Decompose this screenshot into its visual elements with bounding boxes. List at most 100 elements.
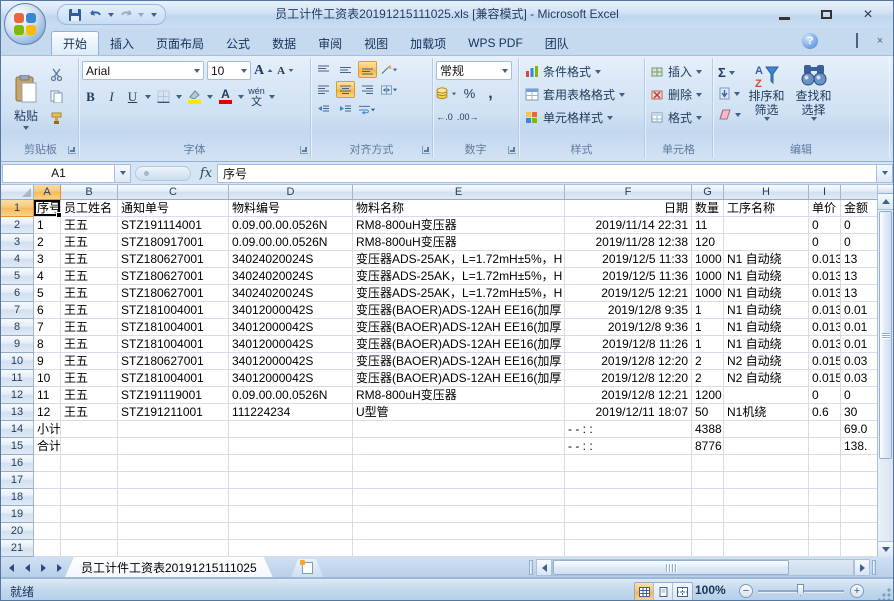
cell-D9[interactable]: 34012000042S xyxy=(229,336,353,353)
cell-E11[interactable]: 变压器(BAOER)ADS-12AH EE16(加厚 xyxy=(353,370,565,387)
cell-G9[interactable]: 1 xyxy=(692,336,724,353)
row-header-6[interactable]: 6 xyxy=(1,285,34,302)
cell-G5[interactable]: 1000 xyxy=(692,268,724,285)
cell-H10[interactable]: N2 自动绕 xyxy=(724,353,809,370)
cell-G6[interactable]: 1000 xyxy=(692,285,724,302)
cell-G19[interactable] xyxy=(692,506,724,523)
cell-E17[interactable] xyxy=(353,472,565,489)
cell-D16[interactable] xyxy=(229,455,353,472)
row-header-14[interactable]: 14 xyxy=(1,421,34,438)
cell-B11[interactable]: 王五 xyxy=(61,370,118,387)
cell-I17[interactable] xyxy=(809,472,841,489)
cell-A1[interactable]: 序号 xyxy=(34,200,61,217)
cell-H21[interactable] xyxy=(724,540,809,557)
find-select-button[interactable]: 查找和选择 xyxy=(790,61,837,143)
resize-grip[interactable] xyxy=(878,587,891,600)
cell-A19[interactable] xyxy=(34,506,61,523)
cell-B9[interactable]: 王五 xyxy=(61,336,118,353)
column-header-E[interactable]: E xyxy=(353,185,565,200)
cell-D3[interactable]: 0.09.00.00.0526N xyxy=(229,234,353,251)
cell-C2[interactable]: STZ191114001 xyxy=(118,217,229,234)
column-header-G[interactable]: G xyxy=(692,185,724,200)
row-header-9[interactable]: 9 xyxy=(1,336,34,353)
cell-G17[interactable] xyxy=(692,472,724,489)
zoom-level[interactable]: 100% xyxy=(695,583,726,597)
cell-B18[interactable] xyxy=(61,489,118,506)
cell-C3[interactable]: STZ180917001 xyxy=(118,234,229,251)
percent-style-button[interactable]: % xyxy=(461,84,478,103)
cell-B15[interactable] xyxy=(61,438,118,455)
decrease-indent-button[interactable] xyxy=(314,101,333,118)
cell-H13[interactable]: N1机绕 xyxy=(724,404,809,421)
copy-button[interactable] xyxy=(46,87,66,106)
cell-D1[interactable]: 物料编号 xyxy=(229,200,353,217)
cell-I9[interactable]: 0.013 xyxy=(809,336,841,353)
cell-E20[interactable] xyxy=(353,523,565,540)
cell-D12[interactable]: 0.09.00.00.0526N xyxy=(229,387,353,404)
cell-E15[interactable] xyxy=(353,438,565,455)
row-header-10[interactable]: 10 xyxy=(1,353,34,370)
cell-D19[interactable] xyxy=(229,506,353,523)
cell-I21[interactable] xyxy=(809,540,841,557)
insert-worksheet-button[interactable] xyxy=(291,559,323,577)
cell-G20[interactable] xyxy=(692,523,724,540)
tab-addins[interactable]: 加载项 xyxy=(399,31,457,55)
tab-insert[interactable]: 插入 xyxy=(99,31,145,55)
borders-dropdown-icon[interactable] xyxy=(176,95,182,99)
cell-I4[interactable]: 0.013 xyxy=(809,251,841,268)
cell-H19[interactable] xyxy=(724,506,809,523)
column-header-D[interactable]: D xyxy=(229,185,353,200)
help-icon[interactable]: ? xyxy=(802,33,818,49)
cell-B3[interactable]: 王五 xyxy=(61,234,118,251)
alignment-dialog-launcher-icon[interactable] xyxy=(422,146,430,154)
name-box-dropdown[interactable] xyxy=(115,164,131,183)
row-header-5[interactable]: 5 xyxy=(1,268,34,285)
cell-A6[interactable]: 5 xyxy=(34,285,61,302)
cell-B8[interactable]: 王五 xyxy=(61,319,118,336)
cell-F2[interactable]: 2019/11/14 22:31 xyxy=(565,217,692,234)
borders-button[interactable] xyxy=(155,87,172,106)
column-header-H[interactable]: H xyxy=(724,185,809,200)
cell-G10[interactable]: 2 xyxy=(692,353,724,370)
cell-H16[interactable] xyxy=(724,455,809,472)
cell-A10[interactable]: 9 xyxy=(34,353,61,370)
cell-C20[interactable] xyxy=(118,523,229,540)
cell-G8[interactable]: 1 xyxy=(692,319,724,336)
last-sheet-button[interactable] xyxy=(52,560,66,575)
formula-bar-splitter[interactable] xyxy=(135,166,191,181)
cell-E7[interactable]: 变压器(BAOER)ADS-12AH EE16(加厚 xyxy=(353,302,565,319)
format-as-table-button[interactable]: 套用表格格式 xyxy=(522,84,628,105)
clipboard-dialog-launcher-icon[interactable] xyxy=(68,146,76,154)
row-header-16[interactable]: 16 xyxy=(1,455,34,472)
row-header-11[interactable]: 11 xyxy=(1,370,34,387)
tab-formulas[interactable]: 公式 xyxy=(215,31,261,55)
cell-I19[interactable] xyxy=(809,506,841,523)
row-header-12[interactable]: 12 xyxy=(1,387,34,404)
cell-G1[interactable]: 数量 xyxy=(692,200,724,217)
cell-G15[interactable]: 8776 xyxy=(692,438,724,455)
cell-F6[interactable]: 2019/12/5 12:21 xyxy=(565,285,692,302)
cell-B6[interactable]: 王五 xyxy=(61,285,118,302)
cell-H6[interactable]: N1 自动绕 xyxy=(724,285,809,302)
cell-C19[interactable] xyxy=(118,506,229,523)
cell-C17[interactable] xyxy=(118,472,229,489)
cell-E2[interactable]: RM8-800uH变压器 xyxy=(353,217,565,234)
cell-B2[interactable]: 王五 xyxy=(61,217,118,234)
cell-I20[interactable] xyxy=(809,523,841,540)
insert-cells-button[interactable]: 插入 xyxy=(648,61,705,82)
font-dialog-launcher-icon[interactable] xyxy=(300,146,308,154)
cell-B13[interactable]: 王五 xyxy=(61,404,118,421)
cell-I8[interactable]: 0.013 xyxy=(809,319,841,336)
expand-formula-bar-button[interactable] xyxy=(876,164,893,183)
cell-G3[interactable]: 120 xyxy=(692,234,724,251)
cell-G13[interactable]: 50 xyxy=(692,404,724,421)
cell-B1[interactable]: 员工姓名 xyxy=(61,200,118,217)
cell-B19[interactable] xyxy=(61,506,118,523)
cell-A5[interactable]: 4 xyxy=(34,268,61,285)
wrap-text-button[interactable] xyxy=(358,101,377,118)
cell-E6[interactable]: 变压器ADS-25AK，L=1.72mH±5%，H xyxy=(353,285,565,302)
cell-D17[interactable] xyxy=(229,472,353,489)
cell-G21[interactable] xyxy=(692,540,724,557)
previous-sheet-button[interactable] xyxy=(20,560,34,575)
cell-C1[interactable]: 通知单号 xyxy=(118,200,229,217)
